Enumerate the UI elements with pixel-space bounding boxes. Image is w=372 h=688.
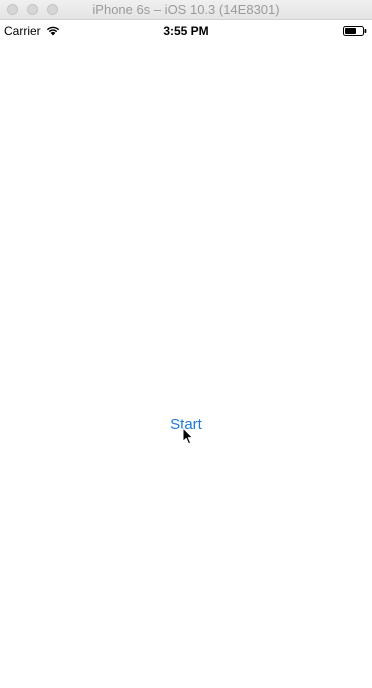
window-titlebar: iPhone 6s – iOS 10.3 (14E8301) [0,0,372,20]
status-time: 3:55 PM [163,24,209,38]
simulator-window: iPhone 6s – iOS 10.3 (14E8301) Carrier 3… [0,0,372,688]
window-title: iPhone 6s – iOS 10.3 (14E8301) [92,2,280,17]
battery-icon [343,26,367,36]
ios-status-bar: Carrier 3:55 PM [0,21,372,41]
mouse-cursor-icon [182,427,194,445]
